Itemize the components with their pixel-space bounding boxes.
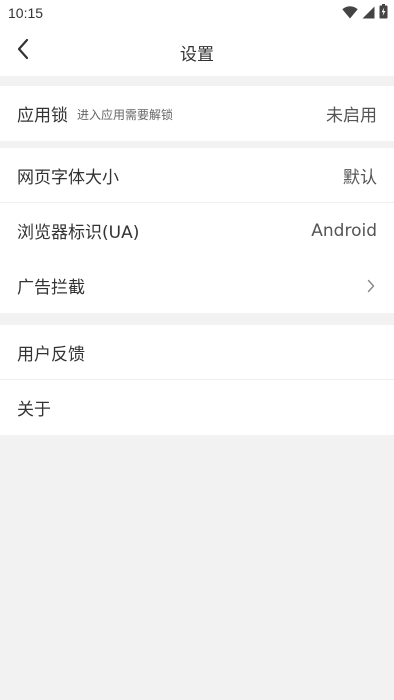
app-lock-hint: 进入应用需要解锁 [77, 108, 174, 122]
wifi-icon [342, 4, 358, 23]
user-agent-label: 浏览器标识(UA) [17, 223, 140, 243]
status-bar: 10:15 [0, 0, 394, 26]
about-row[interactable]: 关于 [0, 380, 394, 435]
section-info: 用户反馈 关于 [0, 325, 394, 435]
font-size-row[interactable]: 网页字体大小 默认 [0, 148, 394, 203]
signal-icon [362, 4, 375, 23]
ad-block-row[interactable]: 广告拦截 [0, 258, 394, 313]
about-label: 关于 [17, 400, 51, 420]
feedback-label: 用户反馈 [17, 345, 85, 365]
section-browsing: 网页字体大小 默认 浏览器标识(UA) Android 广告拦截 [0, 148, 394, 313]
battery-icon [379, 3, 388, 23]
app-lock-status: 未启用 [326, 106, 377, 126]
section-security: 应用锁 进入应用需要解锁 未启用 [0, 86, 394, 141]
status-time: 10:15 [8, 5, 44, 21]
status-icons [342, 3, 388, 23]
font-size-label: 网页字体大小 [17, 168, 119, 188]
chevron-right-icon [365, 278, 377, 294]
user-agent-value: Android [311, 220, 377, 241]
feedback-row[interactable]: 用户反馈 [0, 325, 394, 380]
user-agent-row[interactable]: 浏览器标识(UA) Android [0, 203, 394, 258]
ad-block-label: 广告拦截 [17, 278, 85, 298]
header: 设置 [0, 26, 394, 76]
app-lock-row[interactable]: 应用锁 进入应用需要解锁 未启用 [0, 86, 394, 141]
page-title: 设置 [180, 45, 214, 65]
app-lock-label: 应用锁 [17, 106, 68, 126]
font-size-value: 默认 [343, 168, 377, 188]
